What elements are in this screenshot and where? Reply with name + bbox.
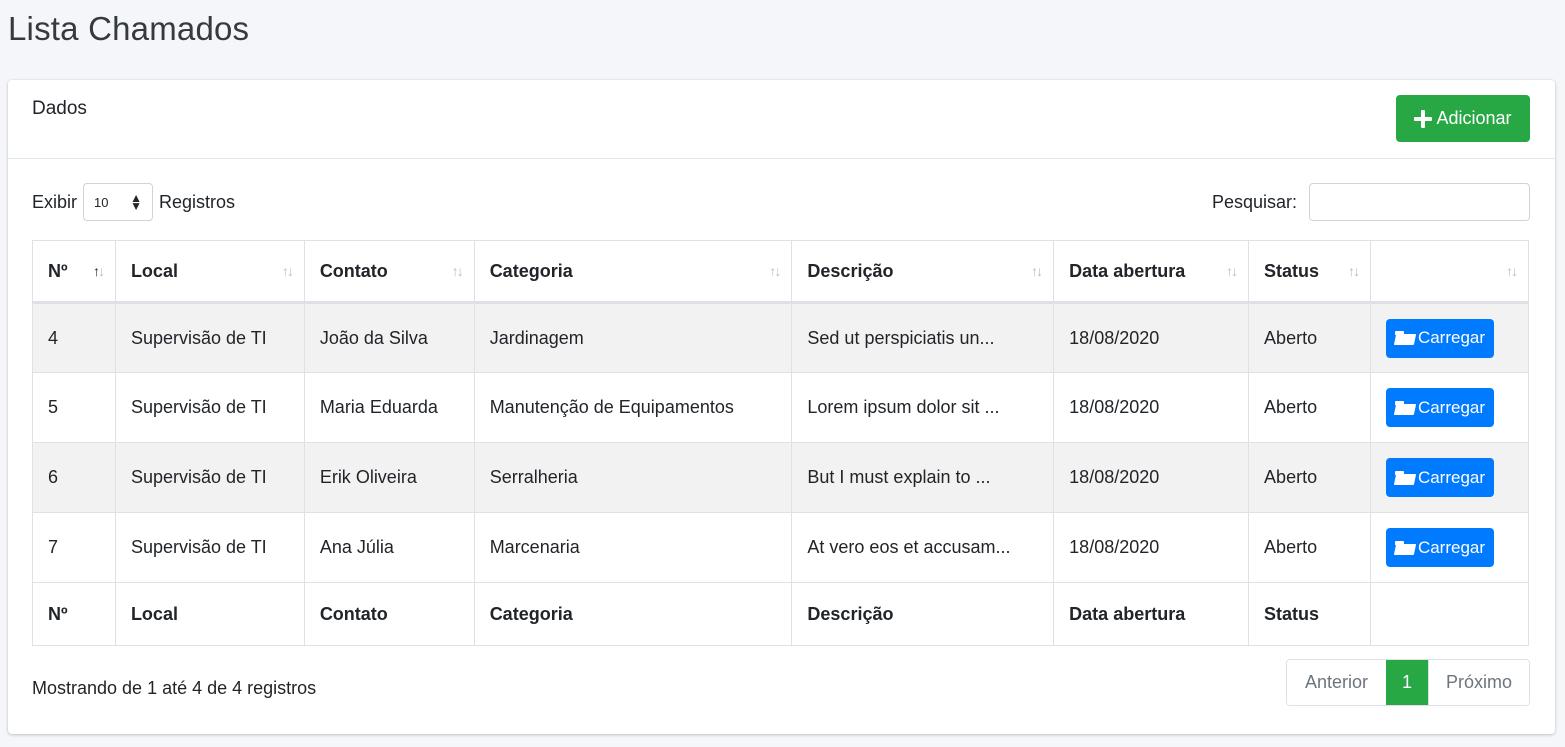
- cell-contato: Maria Eduarda: [303, 372, 475, 443]
- cell-contato: João da Silva: [303, 302, 475, 373]
- footer-header-contato: Contato: [303, 582, 475, 646]
- cell-descricao: At vero eos et accusam...: [791, 512, 1055, 583]
- pagination: Anterior 1 Próximo: [1286, 659, 1530, 706]
- column-header-categoria[interactable]: Categoria ↑↓: [473, 240, 793, 304]
- load-button[interactable]: Carregar: [1385, 528, 1494, 567]
- cell-descricao: But I must explain to ...: [791, 442, 1055, 513]
- length-label-after: Registros: [159, 191, 236, 212]
- cell-num: 5: [32, 372, 116, 443]
- cell-status: Aberto: [1248, 442, 1371, 513]
- folder-open-icon: [1394, 331, 1415, 345]
- load-button[interactable]: Carregar: [1385, 318, 1494, 358]
- cell-descricao: Lorem ipsum dolor sit ...: [791, 372, 1055, 443]
- cell-status: Aberto: [1248, 512, 1371, 583]
- table-row: 5 Supervisão de TI Maria Eduarda Manuten…: [32, 372, 1530, 443]
- table-header-row: Nº ↑↓ Local ↑↓ Contato ↑↓ Categoria ↑↓ Descr…: [32, 240, 1530, 304]
- length-select-value: 10: [94, 194, 109, 210]
- cell-categoria: Serralheria: [473, 442, 793, 513]
- cell-categoria: Jardinagem: [473, 302, 793, 373]
- sort-icon: ↑↓: [281, 263, 294, 279]
- footer-header-categoria: Categoria: [473, 582, 793, 646]
- sort-icon: ↑↓: [1226, 263, 1238, 279]
- table-info: Mostrando de 1 até 4 de 4 registros: [32, 678, 317, 698]
- load-button[interactable]: Carregar: [1385, 458, 1494, 497]
- column-header-descricao[interactable]: Descrição ↑↓: [791, 240, 1055, 304]
- search-label: Pesquisar:: [1211, 191, 1297, 212]
- cell-local: Supervisão de TI: [114, 442, 305, 513]
- cell-descricao: Sed ut perspiciatis un...: [791, 302, 1055, 373]
- footer-header-data: Data abertura: [1053, 582, 1250, 646]
- column-header-contato[interactable]: Contato ↑↓: [303, 240, 475, 304]
- plus-icon: [1414, 109, 1433, 128]
- column-header-local[interactable]: Local ↑↓: [114, 240, 305, 304]
- footer-header-descricao: Descrição: [791, 582, 1055, 646]
- load-button[interactable]: Carregar: [1385, 388, 1494, 427]
- footer-header-action: [1369, 582, 1530, 646]
- cell-status: Aberto: [1248, 372, 1371, 443]
- search-input[interactable]: [1309, 183, 1530, 221]
- footer-header-local: Local: [114, 582, 305, 646]
- column-header-data[interactable]: Data abertura ↑↓: [1053, 240, 1250, 304]
- sort-icon: ↑↓: [1347, 263, 1360, 279]
- previous-page-button[interactable]: Anterior: [1287, 660, 1386, 705]
- folder-open-icon: [1394, 400, 1415, 415]
- cell-categoria: Marcenaria: [473, 512, 793, 583]
- length-select[interactable]: 10 ▲ ▼: [83, 183, 154, 221]
- cell-data: 18/08/2020: [1053, 442, 1250, 513]
- sort-icon: ↑↓: [1506, 263, 1518, 279]
- cell-num: 6: [32, 442, 116, 513]
- footer-header-status: Status: [1248, 582, 1371, 646]
- cell-action: Carregar: [1369, 372, 1530, 443]
- folder-open-icon: [1394, 540, 1415, 555]
- cell-status: Aberto: [1248, 302, 1371, 373]
- page-title: Lista Chamados: [8, 10, 250, 47]
- next-page-button[interactable]: Próximo: [1428, 660, 1529, 705]
- length-label-before: Exibir: [32, 191, 78, 212]
- cell-data: 18/08/2020: [1053, 512, 1250, 583]
- length-control: Exibir 10 ▲ ▼ Registros: [32, 183, 235, 221]
- cell-num: 4: [32, 302, 116, 373]
- cell-data: 18/08/2020: [1053, 372, 1250, 443]
- cell-action: Carregar: [1369, 442, 1530, 513]
- add-button-label: Adicionar: [1436, 108, 1512, 128]
- cell-local: Supervisão de TI: [114, 512, 305, 583]
- table-row: 7 Supervisão de TI Ana Júlia Marcenaria …: [32, 512, 1530, 583]
- card-title: Dados: [32, 98, 87, 119]
- cell-categoria: Manutenção de Equipamentos: [473, 372, 793, 443]
- column-header-status[interactable]: Status ↑↓: [1248, 240, 1371, 304]
- column-header-num[interactable]: Nº ↑↓: [32, 240, 116, 304]
- cell-contato: Ana Júlia: [303, 512, 475, 583]
- sort-icon: ↑↓: [769, 263, 781, 279]
- page-1-button[interactable]: 1: [1386, 660, 1428, 705]
- cell-action: Carregar: [1369, 512, 1530, 583]
- table-row: 6 Supervisão de TI Erik Oliveira Serralh…: [32, 442, 1530, 513]
- select-arrows-icon: ▲ ▼: [130, 191, 143, 213]
- sort-icon: ↑↓: [1031, 263, 1043, 279]
- cell-contato: Erik Oliveira: [303, 442, 475, 513]
- sort-icon: ↑↓: [451, 263, 464, 279]
- data-card: Dados Adicionar Exibir 10 ▲ ▼ Registros P…: [8, 80, 1555, 734]
- column-header-action[interactable]: ↑↓: [1369, 240, 1530, 304]
- sort-asc-icon: ↑↓: [92, 263, 105, 279]
- cell-local: Supervisão de TI: [114, 372, 305, 443]
- card-header: Dados Adicionar: [8, 80, 1555, 159]
- table-row: 4 Supervisão de TI João da Silva Jardina…: [32, 302, 1530, 373]
- cell-num: 7: [32, 512, 116, 583]
- cell-data: 18/08/2020: [1053, 302, 1250, 373]
- cell-action: Carregar: [1369, 302, 1530, 373]
- search-control: Pesquisar:: [1212, 183, 1530, 221]
- add-button[interactable]: Adicionar: [1396, 95, 1530, 142]
- table-controls: Exibir 10 ▲ ▼ Registros Pesquisar:: [8, 159, 1555, 240]
- records-table: Nº ↑↓ Local ↑↓ Contato ↑↓ Categoria ↑↓ Descr…: [32, 240, 1530, 646]
- table-footer-row: Nº Local Contato Categoria Descrição Dat…: [32, 582, 1530, 646]
- folder-open-icon: [1394, 470, 1415, 485]
- cell-local: Supervisão de TI: [114, 302, 305, 373]
- footer-header-num: Nº: [32, 582, 116, 646]
